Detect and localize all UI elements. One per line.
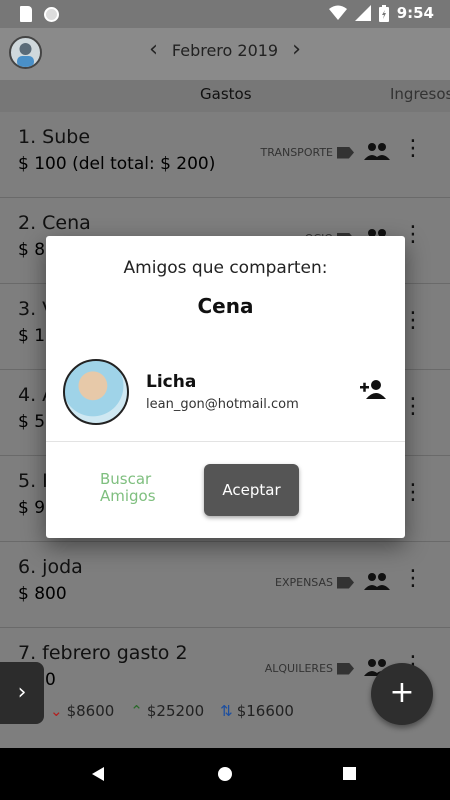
search-friends-button[interactable]: Buscar Amigos (100, 471, 156, 505)
shared-friends-dialog: Amigos que comparten: Cena Licha lean_go… (46, 236, 405, 538)
more-vert-icon[interactable]: ⋮ (402, 482, 424, 504)
dialog-expense-name: Cena (197, 294, 254, 318)
expand-drawer-button[interactable]: › (0, 662, 44, 724)
more-vert-icon[interactable]: ⋮ (402, 568, 424, 590)
expense-title: 5. I (18, 470, 48, 492)
home-icon[interactable] (218, 767, 232, 781)
expense-title: 1. Sube (18, 126, 91, 148)
swap-vertical-icon: ⇅ (220, 702, 233, 720)
app-bar: ‹ Febrero 2019 › (0, 28, 450, 80)
battery-icon (378, 4, 389, 22)
tag-icon (337, 576, 354, 589)
people-icon[interactable] (364, 142, 390, 160)
total-expenses: ⌄ $8600 (50, 702, 114, 720)
more-vert-icon[interactable]: ⋮ (402, 224, 424, 246)
total-balance: ⇅ $16600 (220, 702, 294, 720)
expense-amount: $ 100 (del total: $ 200) (18, 154, 216, 174)
arrow-down-icon: ⌄ (50, 702, 63, 720)
list-item[interactable]: 1. Sube $ 100 (del total: $ 200) TRANSPO… (0, 112, 450, 198)
list-item[interactable]: 6. joda $ 800 EXPENSAS ⋮ (0, 542, 450, 628)
sync-icon (44, 6, 59, 22)
accept-button[interactable]: Aceptar (204, 464, 299, 516)
divider (46, 441, 405, 442)
expense-title: 2. Cena (18, 212, 91, 234)
totals-bar: ⌄ $8600 ⌃ $25200 ⇅ $16600 (50, 702, 294, 720)
more-vert-icon[interactable]: ⋮ (402, 310, 424, 332)
category-label: EXPENSAS (275, 576, 333, 589)
expense-category: TRANSPORTE (261, 146, 354, 159)
month-navigator: ‹ Febrero 2019 › (0, 39, 450, 61)
recents-icon[interactable] (343, 767, 356, 780)
more-vert-icon[interactable]: ⋮ (402, 138, 424, 160)
tab-ingresos[interactable]: Ingresos (390, 85, 450, 103)
total-income-value: $25200 (146, 702, 205, 720)
total-income: ⌃ $25200 (130, 702, 204, 720)
total-expenses-value: $8600 (66, 702, 115, 720)
tab-bar: Gastos Ingresos (0, 80, 450, 112)
sd-card-icon (20, 6, 32, 22)
friend-name: Licha (146, 372, 197, 392)
category-label: ALQUILERES (264, 662, 333, 675)
chevron-left-icon[interactable]: ‹ (149, 39, 158, 61)
category-label: TRANSPORTE (260, 146, 333, 159)
tab-gastos[interactable]: Gastos (200, 85, 252, 103)
friend-email: lean_gon@hotmail.com (146, 397, 299, 412)
back-icon[interactable] (92, 767, 104, 781)
system-nav-bar (0, 748, 450, 800)
people-icon[interactable] (364, 572, 390, 590)
expense-title: 7. febrero gasto 2 (18, 642, 188, 664)
wifi-icon (328, 5, 347, 20)
total-balance-value: $16600 (236, 702, 294, 720)
friend-avatar (63, 359, 129, 425)
add-expense-fab[interactable]: + (371, 663, 433, 725)
dialog-title: Amigos que comparten: (123, 258, 328, 278)
expense-category: EXPENSAS (275, 576, 354, 589)
clock-time: 9:54 (396, 4, 434, 22)
signal-icon (354, 5, 371, 21)
chevron-right-icon: › (17, 680, 27, 705)
status-bar: 9:54 (0, 0, 450, 28)
arrow-up-icon: ⌃ (130, 702, 143, 720)
more-vert-icon[interactable]: ⋮ (402, 396, 424, 418)
expense-title: 6. joda (18, 556, 83, 578)
current-month: Febrero 2019 (171, 40, 279, 60)
expense-category: ALQUILERES (265, 662, 354, 675)
expense-amount: $ 800 (18, 584, 67, 604)
chevron-right-icon[interactable]: › (292, 39, 301, 61)
tag-icon (337, 662, 354, 675)
person-add-icon[interactable] (360, 379, 386, 399)
tag-icon (337, 146, 354, 159)
